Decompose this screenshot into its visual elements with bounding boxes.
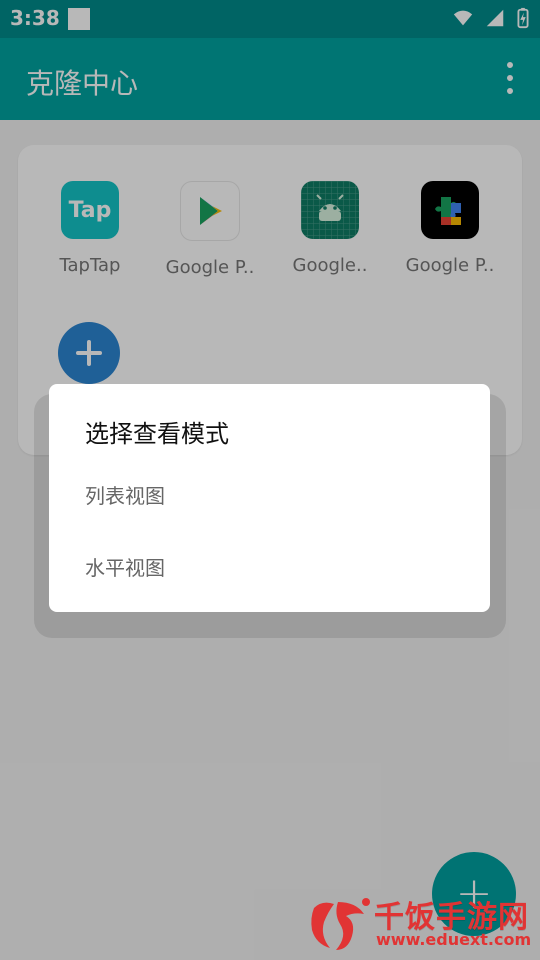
list-view-option[interactable]: 列表视图	[85, 480, 165, 509]
watermark-url: www.eduext.com	[376, 930, 532, 949]
view-mode-dialog: 选择查看模式 列表视图 水平视图	[49, 384, 490, 612]
watermark-brand: 千饭手游网	[374, 900, 529, 935]
dialog-title: 选择查看模式	[85, 420, 229, 448]
watermark-logo	[304, 892, 374, 956]
horizontal-view-option[interactable]: 水平视图	[85, 552, 165, 581]
